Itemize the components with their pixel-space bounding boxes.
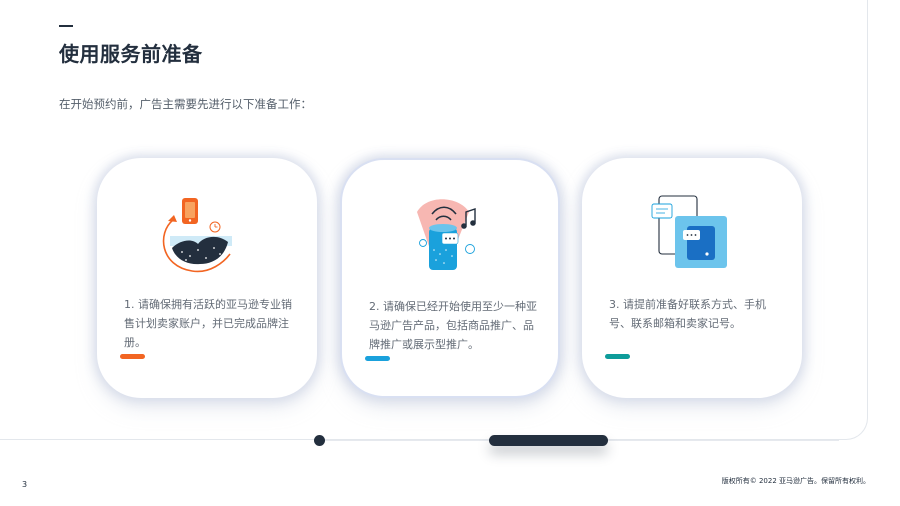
card-2-accent-bar [365,356,390,361]
phone-rising-chart-icon [162,198,232,273]
card-1-text: 1. 请确保拥有活跃的亚马逊专业销售计划卖家账户，并已完成品牌注册。 [124,298,292,349]
page-number: 3 [22,480,28,489]
pager-dot[interactable] [314,435,325,446]
prep-card-3: 3. 请提前准备好联系方式、手机号、联系邮箱和卖家记号。 [582,158,802,398]
prep-card-1: 1. 请确保拥有活跃的亚马逊专业销售计划卖家账户，并已完成品牌注册。 [97,158,317,398]
smart-speaker-icon [417,199,476,270]
copyright-notice: 版权所有© 2022 亚马逊广告。保留所有权利。 [721,477,870,485]
card-2-text: 2. 请确保已经开始使用至少一种亚马逊广告产品，包括商品推广、品牌推广或展示型推… [369,300,537,351]
page-title: 使用服务前准备 [59,42,203,66]
pager-active-indicator[interactable] [489,435,608,446]
title-accent-dash [59,25,73,27]
prep-card-2: 2. 请确保已经开始使用至少一种亚马逊广告产品，包括商品推广、品牌推广或展示型推… [340,158,560,398]
card-3-accent-bar [605,354,630,359]
page-subtitle: 在开始预约前，广告主需要先进行以下准备工作： [59,97,312,111]
card-1-accent-bar [120,354,145,359]
phone-chat-icon [651,195,727,268]
card-3-text: 3. 请提前准备好联系方式、手机号、联系邮箱和卖家记号。 [609,298,766,330]
